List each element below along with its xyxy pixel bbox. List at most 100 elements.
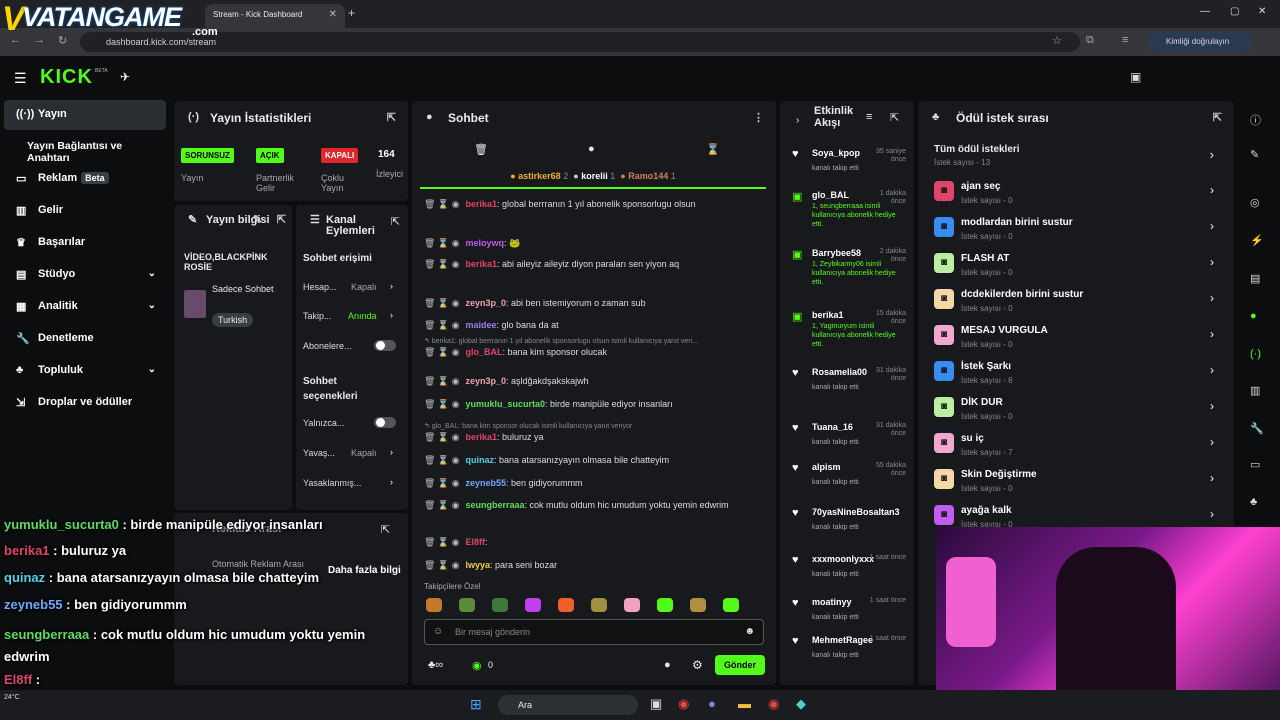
chat-icon[interactable]: ● [1250,310,1257,322]
emote-button[interactable] [657,598,673,612]
chat-username[interactable]: berika1 [466,432,498,442]
mod-actions-icon[interactable]: 🗑 ⌛ ◉ [424,259,460,269]
chat-username[interactable]: seungberraaa [466,500,525,510]
chevron-right-icon[interactable]: › [1210,399,1214,413]
kick-logo[interactable]: KICK [40,66,93,89]
reward-item[interactable]: ◙ modlardan birini sustur İstek sayısı - 0… [934,213,1224,249]
sidebar-item-stream-key[interactable]: Yayın Bağlantısı ve Anahtarı [4,132,166,164]
popout-icon[interactable]: ⇱ [277,215,286,226]
lightning-icon[interactable]: ⚡ [1250,234,1264,247]
maximize-icon[interactable]: ▢ [1230,6,1239,17]
chat-username[interactable]: quinaz [466,455,495,465]
popout-icon[interactable]: ⇱ [387,111,396,124]
sidebar-item-analitik[interactable]: ▦ Analitik ⌄ [4,292,166,322]
only-toggle[interactable] [374,417,396,428]
gear-icon[interactable]: ⚙ [692,658,703,672]
hourglass-icon[interactable]: ⌛ [706,143,720,156]
chat-username[interactable]: yumuklu_sucurta0 [466,399,546,409]
mod-actions-icon[interactable]: 🗑 ⌛ ◉ [424,432,460,442]
channel-points-icon[interactable]: ♣∞ [428,659,443,671]
reward-item[interactable]: ◙ DİK DUR İstek sayısı - 0 › [934,393,1224,429]
pen-icon[interactable]: ✎ [1250,148,1259,161]
smiley-icon[interactable]: ☻ [744,626,755,637]
screen-icon[interactable]: ▣ [1130,70,1141,84]
mod-actions-icon[interactable]: 🗑 ⌛ ◉ [424,347,460,357]
mod-actions-icon[interactable]: 🗑 ⌛ ◉ [424,238,460,248]
reward-item[interactable]: ◙ ajan seç İstek sayısı - 0 › [934,177,1224,213]
chat-username[interactable]: zeyn3p_0 [466,298,507,308]
pin-icon[interactable]: ✈ [120,70,130,84]
edit-icon[interactable]: ✎ [253,215,262,226]
send-button[interactable]: Gönder [715,655,765,675]
chat-username[interactable]: berika1 [466,199,498,209]
filter-icon[interactable]: ≡ [866,111,872,123]
extensions-icon[interactable]: ⧉ [1086,34,1094,47]
layout-icon[interactable]: ▥ [1250,384,1260,397]
broadcast-icon[interactable]: (·) [1250,348,1261,360]
popout-icon[interactable]: ⇱ [1213,111,1222,124]
popout-icon[interactable]: ⇱ [890,111,899,124]
sidebar-item-topluluk[interactable]: ♣ Topluluk ⌄ [4,356,166,386]
chat-username[interactable]: El8ff [466,537,486,547]
popout-icon[interactable]: ⇱ [381,523,390,536]
mod-actions-icon[interactable]: 🗑 ⌛ ◉ [424,500,460,510]
emote-button[interactable] [690,598,706,612]
address-bar[interactable]: dashboard.kick.com/stream [80,32,1080,52]
nodes-icon[interactable]: ♣ [1250,496,1257,508]
chat-input[interactable]: ☺ Bir mesaj gönderin ☻ [424,619,764,645]
obs-icon[interactable]: ◉ [768,696,779,712]
emote-button[interactable] [591,598,607,612]
new-tab-icon[interactable]: + [348,6,355,20]
taskbar-search[interactable]: Ara [498,695,638,715]
window-close-icon[interactable]: ✕ [1258,6,1266,17]
chevron-right-icon[interactable]: › [1210,255,1214,269]
chevron-right-icon[interactable]: › [1210,507,1214,521]
window-icon[interactable]: ▭ [1250,458,1260,471]
chevron-right-icon[interactable]: › [1210,219,1214,233]
reward-item[interactable]: ◙ dcdekilerden birini sustur İstek sayısı … [934,285,1224,321]
close-icon[interactable]: ✕ [329,9,337,20]
chat-username[interactable]: zeyneb55 [466,478,507,488]
chevron-right-icon[interactable]: › [1210,147,1214,162]
taskview-icon[interactable]: ▣ [650,696,662,712]
chrome-icon[interactable]: ◉ [678,696,689,712]
emoji-icon[interactable]: ☺ [433,626,443,637]
discord-icon[interactable]: ● [708,696,716,711]
mod-actions-icon[interactable]: 🗑 ⌛ ◉ [424,298,460,308]
bookmark-star-icon[interactable]: ☆ [1052,34,1062,47]
mod-actions-icon[interactable]: 🗑 ⌛ ◉ [424,560,460,570]
chevron-right-icon[interactable]: › [1210,471,1214,485]
target-icon[interactable]: ◎ [1250,196,1260,209]
media-icon[interactable]: ≡ [1122,34,1128,46]
menu-icon[interactable]: ☰ [14,70,27,87]
chevron-right-icon[interactable]: › [1210,363,1214,377]
chevron-right-icon[interactable]: › [1210,435,1214,449]
app-icon[interactable]: ◆ [796,696,806,712]
reward-item[interactable]: ◙ MESAJ VURGULA İstek sayısı - 0 › [934,321,1224,357]
emote-button[interactable] [624,598,640,612]
sidebar-item-reklam[interactable]: ▭ Reklam Beta [4,164,166,194]
popout-icon[interactable]: ⇱ [391,215,400,228]
chat-username[interactable]: berika1 [466,259,498,269]
mod-actions-icon[interactable]: 🗑 ⌛ ◉ [424,320,460,330]
minimize-icon[interactable]: — [1200,6,1210,17]
chat-username[interactable]: meloywq [466,238,505,248]
sidebar-item-gelir[interactable]: ▥ Gelir [4,196,166,226]
folder-icon[interactable]: ▬ [738,696,751,711]
emote-button[interactable] [426,598,442,612]
reward-item[interactable]: ◙ Skin Değiştirme İstek sayısı - 0 › [934,465,1224,501]
sidebar-item-studyo[interactable]: ▤ Stüdyo ⌄ [4,260,166,290]
emote-button[interactable] [492,598,508,612]
trash-icon[interactable]: 🗑 [474,143,488,156]
chat-username[interactable]: glo_BAL [466,347,503,357]
reward-item[interactable]: ◙ su iç İstek sayısı - 7 › [934,429,1224,465]
chat-username[interactable]: lwyya [466,560,491,570]
reward-item[interactable]: ◙ İstek Şarkı İstek sayısı - 6 › [934,357,1224,393]
mod-actions-icon[interactable]: 🗑 ⌛ ◉ [424,478,460,488]
mod-actions-icon[interactable]: 🗑 ⌛ ◉ [424,376,460,386]
info-icon[interactable]: ⓘ [1250,112,1261,128]
mod-actions-icon[interactable]: 🗑 ⌛ ◉ [424,537,460,547]
chat-username[interactable]: maidee [466,320,497,330]
mod-actions-icon[interactable]: 🗑 ⌛ ◉ [424,399,460,409]
windows-icon[interactable]: ⊞ [470,696,482,713]
